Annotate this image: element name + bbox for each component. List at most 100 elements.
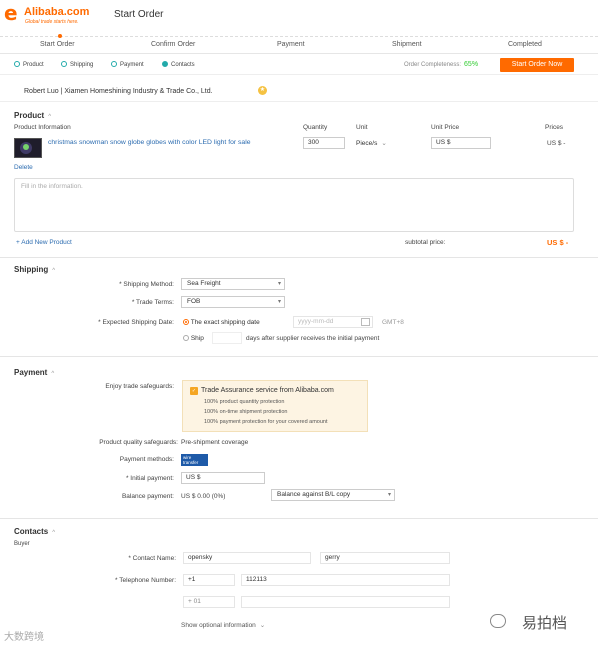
fax-code-input[interactable]: + 01 [183, 596, 235, 608]
col-unit-price: Unit Price [431, 124, 460, 131]
unit-value: Piece/s [356, 140, 378, 147]
shipping-method-select[interactable]: Sea Freight ▾ [181, 278, 285, 290]
show-optional-link[interactable]: Show optional information ⌄ [181, 621, 265, 629]
radio-icon [183, 335, 189, 341]
wire-transfer-logo[interactable]: wire transfer [181, 454, 208, 466]
chevron-down-icon: ▾ [277, 299, 281, 305]
step-start-order: Start Order [40, 41, 75, 48]
payment-methods-label: Payment methods: [119, 456, 174, 463]
chevron-up-icon[interactable]: ^ [52, 530, 55, 536]
circle-icon [111, 61, 117, 67]
subtotal-label: subtotal price: [405, 239, 446, 246]
quality-safeguards-value: Pre-shipment coverage [181, 439, 249, 446]
initial-payment-label: * Initial payment: [125, 475, 174, 482]
exact-date-option[interactable]: The exact shipping date [183, 319, 260, 326]
contacts-section-title: Contacts ^ [14, 527, 55, 536]
col-quantity: Quantity [303, 124, 328, 131]
section-divider [0, 518, 598, 519]
quality-safeguards-label: Product quality safeguards: [99, 439, 178, 446]
trade-terms-label: * Trade Terms: [131, 299, 174, 306]
trade-assurance-box: ✓ Trade Assurance service from Alibaba.c… [182, 380, 368, 432]
telephone-input[interactable]: 112113 [241, 574, 450, 586]
step-completed: Completed [508, 41, 542, 48]
delete-link[interactable]: Delete [14, 164, 33, 171]
section-title-text: Product [14, 111, 45, 120]
first-name-input[interactable]: opensky [183, 552, 311, 564]
last-name-input[interactable]: gerry [320, 552, 450, 564]
quantity-input[interactable]: 300 [303, 137, 345, 149]
country-code-input[interactable]: +1 [183, 574, 235, 586]
tab-label: Shipping [70, 62, 94, 68]
unit-select[interactable]: Piece/s ⌄ [356, 139, 387, 147]
timezone-label: GMT+8 [382, 319, 404, 326]
circle-icon [14, 61, 20, 67]
chevron-down-icon: ⌄ [381, 140, 387, 147]
circle-icon [61, 61, 67, 67]
product-name-link[interactable]: christmas snowman snow globe globes with… [48, 138, 288, 147]
balance-terms-select[interactable]: Balance against B/L copy ▾ [271, 489, 395, 501]
section-divider [0, 257, 598, 258]
steps-line [0, 36, 598, 37]
radio-selected-icon [183, 319, 189, 325]
tab-shipping[interactable]: Shipping [61, 61, 93, 68]
tab-payment[interactable]: Payment [111, 61, 144, 68]
add-new-product-link[interactable]: + Add New Product [16, 239, 72, 246]
product-thumbnail[interactable] [14, 138, 42, 158]
shipping-section-title: Shipping ^ [14, 265, 55, 274]
ta-line: 100% product quantity protection [204, 399, 285, 405]
tab-contacts[interactable]: Contacts [162, 61, 195, 68]
tab-product[interactable]: Product [14, 61, 44, 68]
section-divider [0, 356, 598, 357]
expected-date-label: * Expected Shipping Date: [98, 319, 174, 326]
fax-input[interactable] [241, 596, 450, 608]
step-confirm-order: Confirm Order [151, 41, 196, 48]
balance-payment-value: US $ 0.00 (0%) [181, 493, 226, 500]
ship-days-suffix: days after supplier receives the initial… [246, 335, 380, 342]
watermark-left: 大数跨境 [4, 632, 44, 643]
section-title-text: Payment [14, 368, 48, 377]
start-order-now-button[interactable]: Start Order Now [500, 58, 574, 72]
ship-days-input[interactable] [212, 332, 242, 344]
tab-label: Product [23, 62, 44, 68]
subtotal-value: US $ - [547, 238, 569, 247]
supplier-info: Robert Luo | Xiamen Homeshining Industry… [24, 88, 213, 95]
chevron-down-icon: ▾ [387, 492, 391, 498]
select-value: Sea Freight [187, 280, 221, 287]
select-value: FOB [187, 298, 201, 305]
section-title-text: Shipping [14, 265, 49, 274]
gold-supplier-badge-icon: ★ [258, 86, 267, 95]
watermark-right: 易拍档 [522, 615, 568, 632]
product-notes-textarea[interactable]: Fill in the information. [14, 178, 574, 232]
order-completeness: Order Completeness: 65% [404, 61, 478, 68]
col-unit: Unit [356, 124, 368, 131]
product-section-title: Product ^ [14, 111, 51, 120]
telephone-label: * Telephone Number: [115, 577, 176, 584]
contact-name-label: * Contact Name: [128, 555, 176, 562]
chevron-up-icon[interactable]: ^ [48, 114, 51, 120]
initial-payment-input[interactable]: US $ [181, 472, 265, 484]
calendar-icon[interactable] [361, 318, 370, 326]
progress-steps: Start Order Confirm Order Payment Shipme… [0, 30, 598, 54]
step-payment: Payment [277, 41, 305, 48]
chevron-down-icon: ⌄ [259, 622, 266, 629]
ta-line: 100% on-time shipment protection [204, 409, 288, 415]
page-title: Start Order [114, 9, 164, 20]
tab-label: Payment [120, 62, 144, 68]
chevron-up-icon[interactable]: ^ [52, 268, 55, 274]
tab-label: Contacts [171, 62, 195, 68]
chevron-up-icon[interactable]: ^ [51, 371, 54, 377]
logo-mark-icon: e [4, 1, 18, 25]
alibaba-logo[interactable]: e Alibaba.com Global trade starts here. [4, 1, 108, 27]
trade-terms-select[interactable]: FOB ▾ [181, 296, 285, 308]
ship-days-option[interactable]: Ship [183, 335, 204, 342]
chevron-down-icon: ▾ [277, 281, 281, 287]
completeness-label: Order Completeness: [404, 62, 462, 68]
section-title-text: Contacts [14, 527, 49, 536]
snowman-image [23, 144, 29, 150]
wechat-icon [490, 614, 506, 628]
balance-payment-label: Balance payment: [121, 493, 174, 500]
unit-price-input[interactable]: US $ [431, 137, 491, 149]
shipping-method-label: * Shipping Method: [119, 281, 174, 288]
ta-line: 100% payment protection for your covered… [204, 419, 328, 425]
completeness-value: 65% [464, 61, 479, 68]
